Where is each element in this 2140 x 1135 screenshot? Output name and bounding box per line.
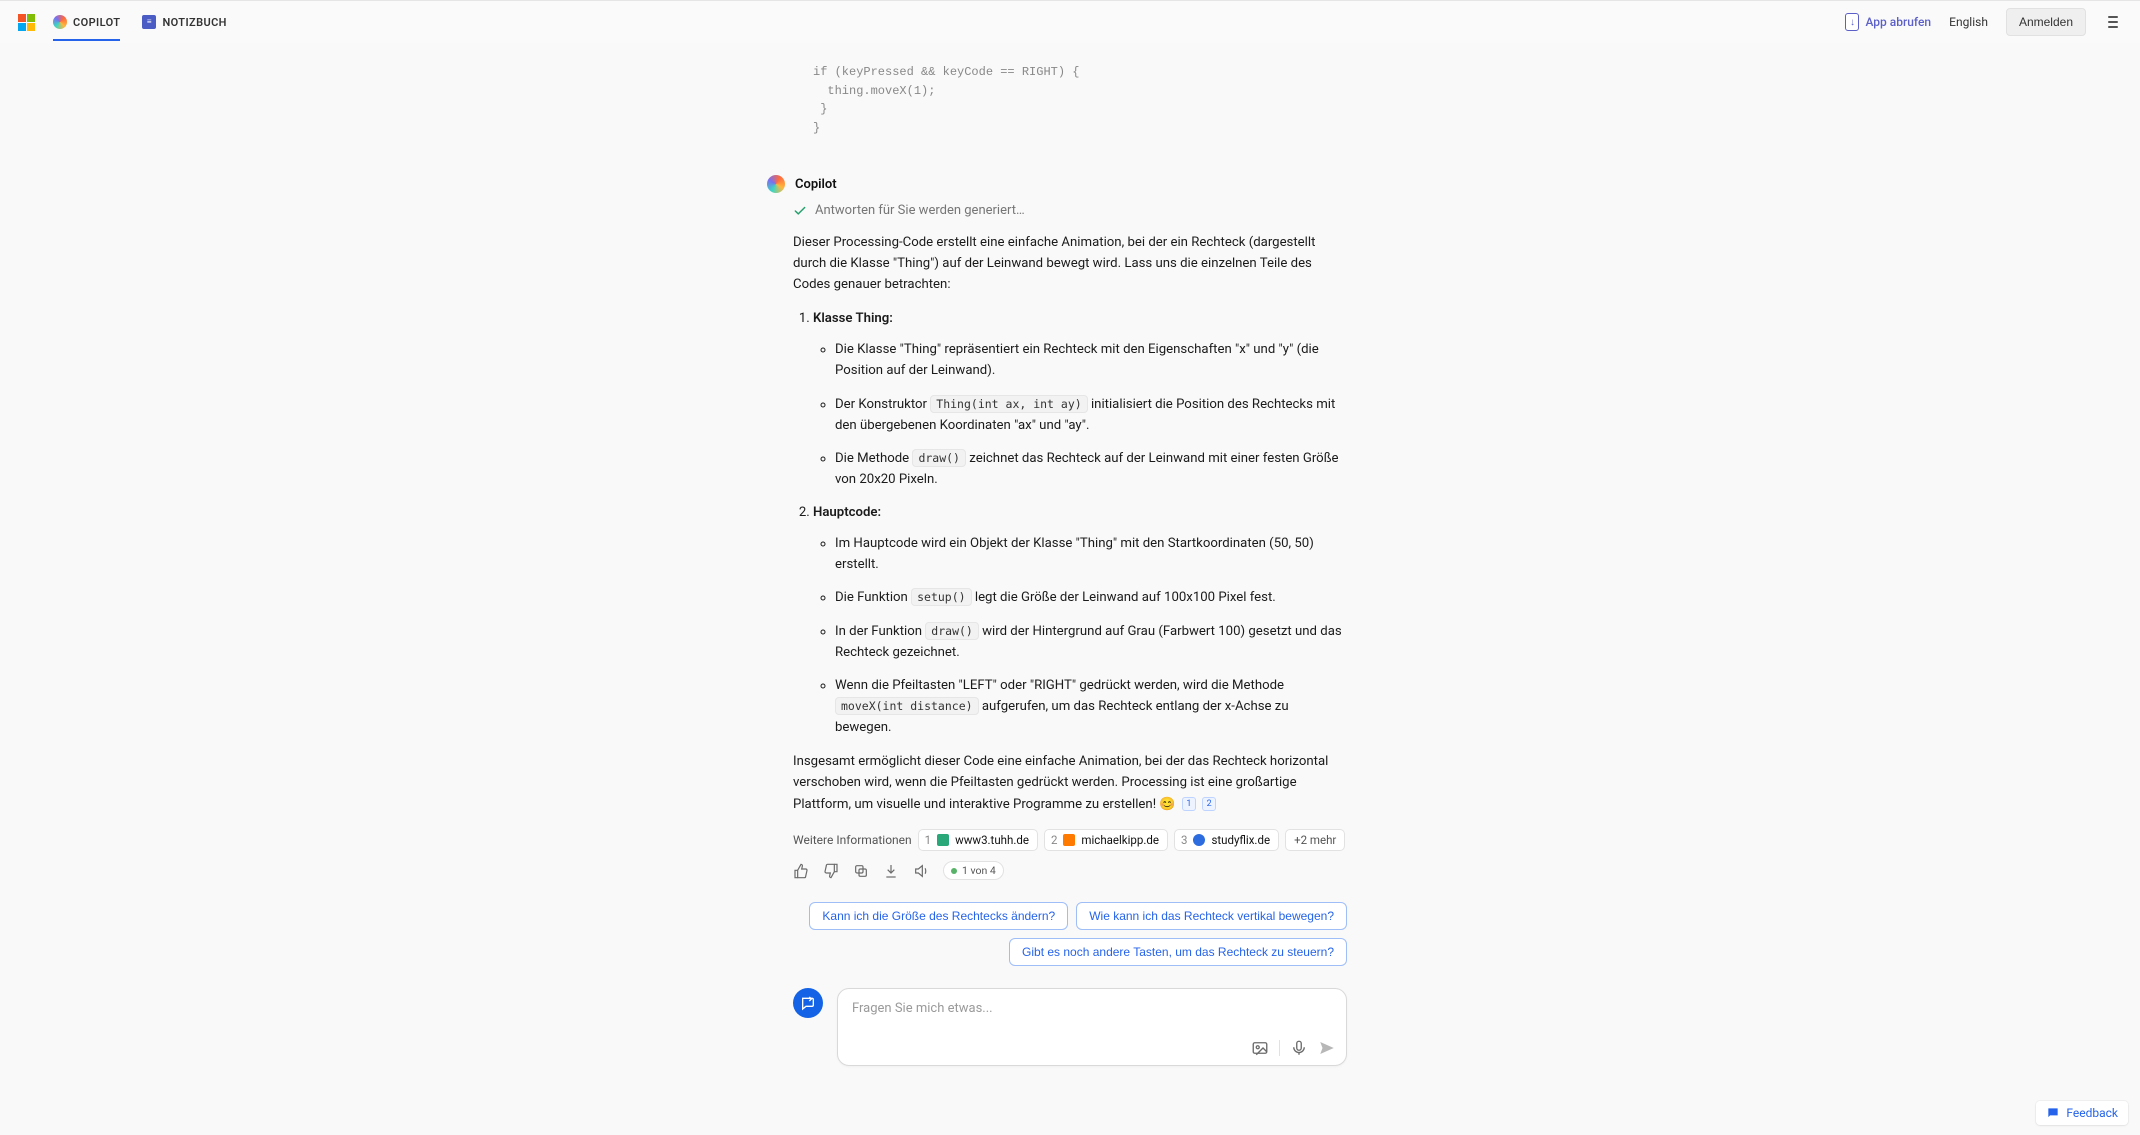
source-link-1[interactable]: 1 www3.tuhh.de <box>918 829 1038 851</box>
inline-code: draw() <box>912 449 966 467</box>
message-actions: 1 von 4 <box>793 861 1347 880</box>
microsoft-logo-icon[interactable] <box>18 14 35 31</box>
image-input-icon[interactable] <box>1251 1039 1269 1057</box>
section-1-title: Klasse Thing: <box>813 311 893 326</box>
microphone-icon[interactable] <box>1290 1039 1308 1057</box>
feedback-button[interactable]: Feedback <box>2036 1101 2128 1125</box>
composer <box>837 988 1347 1066</box>
message-input[interactable] <box>838 989 1346 1035</box>
message-author: Copilot <box>795 177 837 192</box>
copilot-avatar-icon <box>767 175 785 193</box>
intro-paragraph: Dieser Processing-Code erstellt eine ein… <box>793 232 1347 295</box>
feedback-icon <box>2046 1106 2060 1120</box>
tab-notebook-label: NOTIZBUCH <box>162 16 226 29</box>
list-item: Der Konstruktor Thing(int ax, int ay) in… <box>835 394 1347 436</box>
sources-label: Weitere Informationen <box>793 833 912 847</box>
new-topic-button[interactable] <box>793 988 823 1018</box>
message-body: Dieser Processing-Code erstellt eine ein… <box>793 232 1347 816</box>
copy-icon[interactable] <box>853 863 869 879</box>
smile-emoji-icon: 😊 <box>1159 797 1175 812</box>
list-item: Die Funktion setup() legt die Größe der … <box>835 587 1347 608</box>
citation-1[interactable]: 1 <box>1182 797 1196 811</box>
response-counter[interactable]: 1 von 4 <box>943 861 1004 880</box>
inline-code: setup() <box>911 588 971 606</box>
tab-copilot[interactable]: COPILOT <box>53 3 120 41</box>
source-link-3[interactable]: 3 studyflix.de <box>1174 829 1279 851</box>
list-item: Wenn die Pfeiltasten "LEFT" oder "RIGHT"… <box>835 675 1347 738</box>
divider <box>1279 1040 1280 1056</box>
tab-copilot-label: COPILOT <box>73 16 120 29</box>
get-app-label: App abrufen <box>1865 15 1931 29</box>
suggestion-2[interactable]: Wie kann ich das Rechteck vertikal beweg… <box>1076 902 1347 930</box>
app-header: COPILOT NOTIZBUCH App abrufen English An… <box>0 1 2140 43</box>
export-icon[interactable] <box>883 863 899 879</box>
copilot-icon <box>53 15 67 29</box>
more-sources[interactable]: +2 mehr <box>1285 829 1345 851</box>
status-dot-icon <box>951 868 957 874</box>
checkmark-icon <box>793 204 807 218</box>
list-item: Die Klasse "Thing" repräsentiert ein Rec… <box>835 339 1347 381</box>
inline-code: draw() <box>925 622 979 640</box>
sources-row: Weitere Informationen 1 www3.tuhh.de 2 m… <box>793 829 1347 851</box>
previous-code-snippet: if (keyPressed && keyCode == RIGHT) { th… <box>793 59 1347 157</box>
get-app-link[interactable]: App abrufen <box>1845 13 1931 31</box>
favicon-icon <box>937 834 949 846</box>
followup-suggestions: Kann ich die Größe des Rechtecks ändern?… <box>793 902 1347 966</box>
send-icon[interactable] <box>1318 1039 1336 1057</box>
menu-icon[interactable] <box>2104 12 2122 32</box>
tab-notebook[interactable]: NOTIZBUCH <box>142 3 226 41</box>
inline-code: moveX(int distance) <box>835 697 979 715</box>
suggestion-3[interactable]: Gibt es noch andere Tasten, um das Recht… <box>1009 938 1347 966</box>
thumbs-up-icon[interactable] <box>793 863 809 879</box>
suggestion-1[interactable]: Kann ich die Größe des Rechtecks ändern? <box>809 902 1068 930</box>
list-item: Die Methode draw() zeichnet das Rechteck… <box>835 448 1347 490</box>
read-aloud-icon[interactable] <box>913 863 929 879</box>
language-toggle[interactable]: English <box>1949 15 1988 29</box>
list-item: Im Hauptcode wird ein Objekt der Klasse … <box>835 533 1347 575</box>
citation-2[interactable]: 2 <box>1202 797 1216 811</box>
copilot-message: Copilot Antworten für Sie werden generie… <box>793 175 1347 880</box>
phone-download-icon <box>1845 13 1859 31</box>
source-link-2[interactable]: 2 michaelkipp.de <box>1044 829 1168 851</box>
nav-tabs: COPILOT NOTIZBUCH <box>53 3 227 41</box>
list-item: In der Funktion draw() wird der Hintergr… <box>835 621 1347 663</box>
notebook-icon <box>142 15 156 29</box>
thumbs-down-icon[interactable] <box>823 863 839 879</box>
signin-button[interactable]: Anmelden <box>2006 8 2086 36</box>
generating-status: Antworten für Sie werden generiert… <box>815 203 1025 218</box>
favicon-icon <box>1063 834 1075 846</box>
outro-paragraph: Insgesamt ermöglicht dieser Code eine ei… <box>793 751 1347 815</box>
favicon-icon <box>1193 834 1205 846</box>
section-2-title: Hauptcode: <box>813 505 881 520</box>
inline-code: Thing(int ax, int ay) <box>930 395 1087 413</box>
